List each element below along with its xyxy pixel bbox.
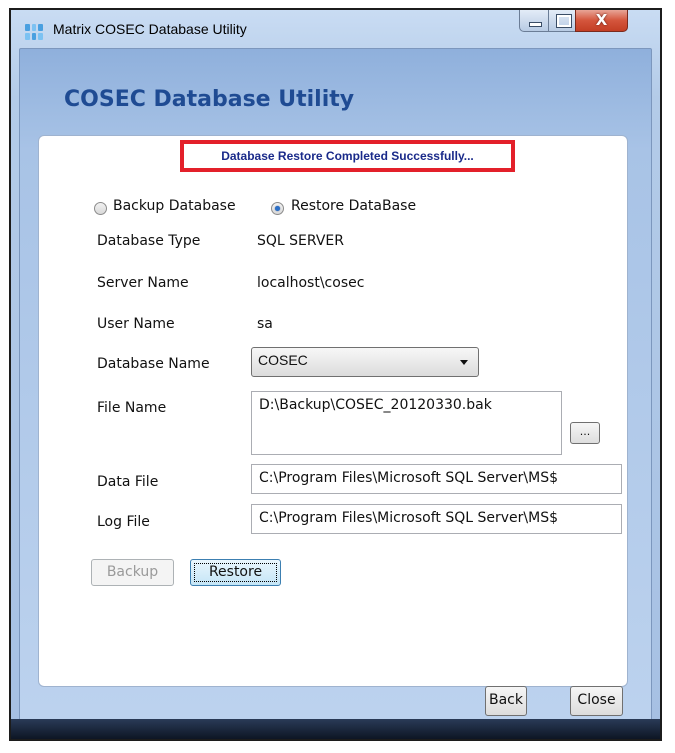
database-type-value: SQL SERVER (257, 233, 345, 249)
database-name-value: COSEC (258, 352, 308, 368)
server-name-value: localhost\cosec (257, 275, 365, 291)
status-message: Database Restore Completed Successfully.… (221, 149, 474, 163)
maximize-icon (556, 14, 572, 28)
app-window: Matrix COSEC Database Utility X COSEC Da… (9, 8, 662, 741)
backup-database-label[interactable]: Backup Database (113, 198, 236, 214)
close-icon: X (595, 11, 608, 29)
browse-button[interactable]: ... (570, 422, 600, 444)
log-file-field[interactable]: C:\Program Files\Microsoft SQL Server\MS… (251, 504, 622, 534)
app-grid-icon (25, 24, 43, 40)
title-bar[interactable]: Matrix COSEC Database Utility X (11, 10, 660, 48)
backup-database-radio[interactable] (94, 202, 107, 215)
back-button[interactable]: Back (485, 686, 527, 716)
status-message-box: Database Restore Completed Successfully.… (180, 140, 515, 172)
server-name-label: Server Name (97, 275, 189, 291)
file-name-value: D:\Backup\COSEC_20120330.bak (259, 397, 492, 413)
restore-database-label[interactable]: Restore DataBase (291, 198, 416, 214)
file-name-label: File Name (97, 400, 167, 416)
data-file-value: C:\Program Files\Microsoft SQL Server\MS… (259, 470, 558, 486)
database-name-select[interactable]: COSEC (251, 347, 479, 377)
minimize-button[interactable] (519, 10, 549, 32)
chevron-down-icon (460, 360, 468, 365)
user-name-label: User Name (97, 316, 175, 332)
file-name-field[interactable]: D:\Backup\COSEC_20120330.bak (251, 391, 562, 455)
restore-button[interactable]: Restore (190, 559, 281, 586)
maximize-button[interactable] (548, 10, 576, 32)
data-file-field[interactable]: C:\Program Files\Microsoft SQL Server\MS… (251, 464, 622, 494)
minimize-icon (529, 22, 542, 27)
database-name-label: Database Name (97, 356, 210, 372)
log-file-label: Log File (97, 514, 150, 530)
backup-button[interactable]: Backup (91, 559, 174, 586)
restore-database-radio[interactable] (271, 202, 284, 215)
window-bottom-border (11, 719, 660, 739)
close-button[interactable]: Close (570, 686, 623, 716)
content-panel: Database Restore Completed Successfully.… (38, 135, 628, 687)
window-close-button[interactable]: X (575, 10, 628, 32)
restore-button-label: Restore (208, 564, 263, 580)
page-title: COSEC Database Utility (64, 87, 355, 112)
data-file-label: Data File (97, 474, 159, 490)
client-area: COSEC Database Utility Database Restore … (19, 48, 652, 721)
user-name-value: sa (257, 316, 273, 332)
log-file-value: C:\Program Files\Microsoft SQL Server\MS… (259, 510, 558, 526)
database-type-label: Database Type (97, 233, 201, 249)
window-title: Matrix COSEC Database Utility (53, 21, 247, 37)
